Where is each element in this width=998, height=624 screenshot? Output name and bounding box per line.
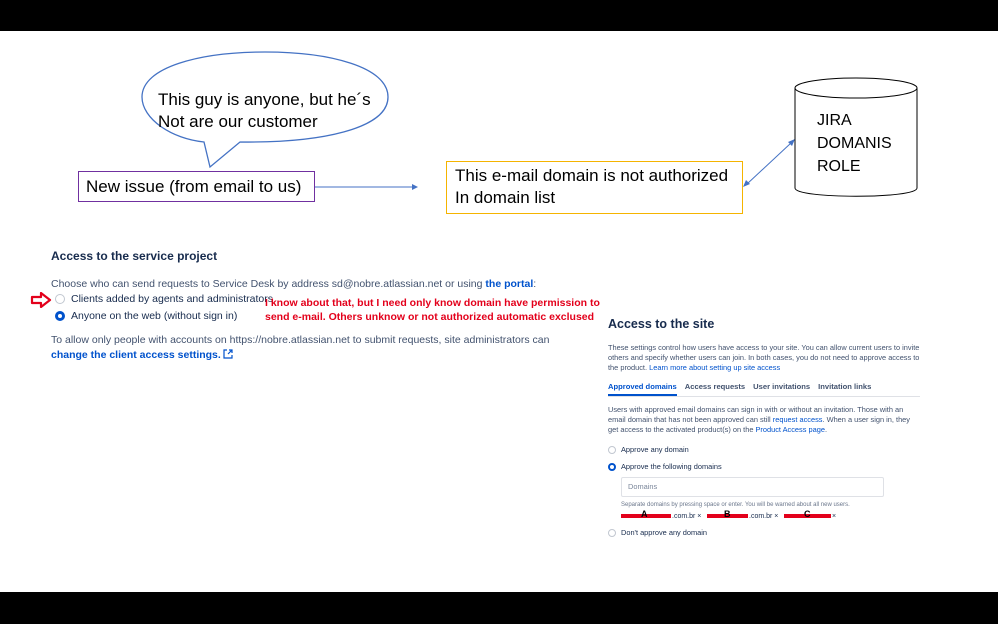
- site-access-tabs: Approved domains Access requests User in…: [608, 382, 920, 397]
- portal-link[interactable]: the portal: [485, 278, 533, 290]
- chip-a-suffix: .com.br ×: [672, 513, 702, 520]
- allow-text-body: To allow only people with accounts on ht…: [51, 334, 550, 346]
- learn-more-link[interactable]: Learn more about setting up site access: [649, 363, 780, 372]
- service-project-desc: Choose who can send requests to Service …: [51, 278, 536, 290]
- radio-approve-following[interactable]: Approve the following domains: [608, 462, 920, 471]
- radio-approve-any[interactable]: Approve any domain: [608, 445, 920, 454]
- screenshot-stage: This guy is anyone, but he´s Not are our…: [0, 31, 998, 592]
- desc-prefix: Choose who can send requests to Service …: [51, 278, 483, 290]
- jira-cylinder-label: JIRA DOMANIS ROLE: [817, 112, 892, 175]
- domain-chip-c[interactable]: C ×: [784, 509, 837, 520]
- request-access-link[interactable]: request access: [773, 415, 823, 424]
- domains-input[interactable]: Domains: [621, 477, 884, 497]
- site-access-desc: These settings control how users have ac…: [608, 343, 920, 373]
- red-arrow-icon: [30, 292, 52, 308]
- double-arrow-head-1: [743, 180, 750, 187]
- service-project-title: Access to the service project: [51, 249, 218, 263]
- radio-checked-icon[interactable]: [608, 462, 616, 471]
- radio-dont-approve-label: Don't approve any domain: [621, 528, 708, 537]
- new-issue-box: New issue (from email to us): [78, 171, 315, 202]
- radio-approve-following-label: Approve the following domains: [621, 462, 722, 471]
- chip-letter-c: C: [804, 509, 811, 519]
- bubble-text: This guy is anyone, but he´s Not are our…: [158, 90, 371, 131]
- radio-clients-added-label: Clients added by agents and administrato…: [71, 293, 273, 305]
- cylinder-top: [794, 77, 918, 99]
- radio-anyone-web-label: Anyone on the web (without sign in): [71, 310, 238, 322]
- chip-letter-b: B: [724, 509, 731, 519]
- tab-invitation-links[interactable]: Invitation links: [818, 382, 871, 396]
- site-access-title: Access to the site: [608, 317, 715, 331]
- tab-user-invitations[interactable]: User invitations: [753, 382, 810, 396]
- domain-chips: A .com.br × B .com.br × C ×: [621, 508, 920, 524]
- radio-unchecked-icon[interactable]: [608, 445, 616, 454]
- radio-dont-approve[interactable]: Don't approve any domain: [608, 528, 920, 537]
- domain-chip-a[interactable]: A .com.br ×: [621, 509, 702, 520]
- desc-suffix: :: [533, 278, 537, 290]
- radio-anyone-web[interactable]: Anyone on the web (without sign in): [55, 310, 237, 322]
- change-client-access-link[interactable]: change the client access settings.: [51, 349, 233, 361]
- external-link-icon: [223, 349, 233, 359]
- allow-text: To allow only people with accounts on ht…: [51, 333, 571, 363]
- tab-access-requests[interactable]: Access requests: [685, 382, 745, 396]
- domain-chip-b[interactable]: B .com.br ×: [707, 509, 779, 520]
- product-access-link[interactable]: Product Access page: [756, 425, 825, 434]
- domain-not-authorized-box: This e-mail domain is not authorized In …: [446, 161, 743, 214]
- arrow-to-domain-head: [412, 184, 418, 190]
- tab-approved-domains[interactable]: Approved domains: [608, 382, 677, 396]
- chip-letter-a: A: [641, 509, 648, 519]
- double-arrow-line: [746, 142, 792, 185]
- radio-unchecked-icon[interactable]: [55, 294, 65, 304]
- chip-c-suffix: ×: [832, 513, 837, 520]
- approved-domains-desc: Users with approved email domains can si…: [608, 405, 920, 435]
- red-annotation-note: I know about that, but I need only know …: [265, 297, 600, 323]
- radio-checked-icon[interactable]: [55, 311, 65, 321]
- radio-unchecked-icon[interactable]: [608, 528, 616, 537]
- radio-approve-any-label: Approve any domain: [621, 445, 689, 454]
- site-access-panel: Access to the site These settings contro…: [608, 317, 920, 537]
- chip-b-suffix: .com.br ×: [749, 513, 779, 520]
- radio-clients-added[interactable]: Clients added by agents and administrato…: [55, 293, 273, 305]
- change-client-access-label: change the client access settings.: [51, 349, 221, 361]
- approved-desc-3: .: [824, 425, 827, 434]
